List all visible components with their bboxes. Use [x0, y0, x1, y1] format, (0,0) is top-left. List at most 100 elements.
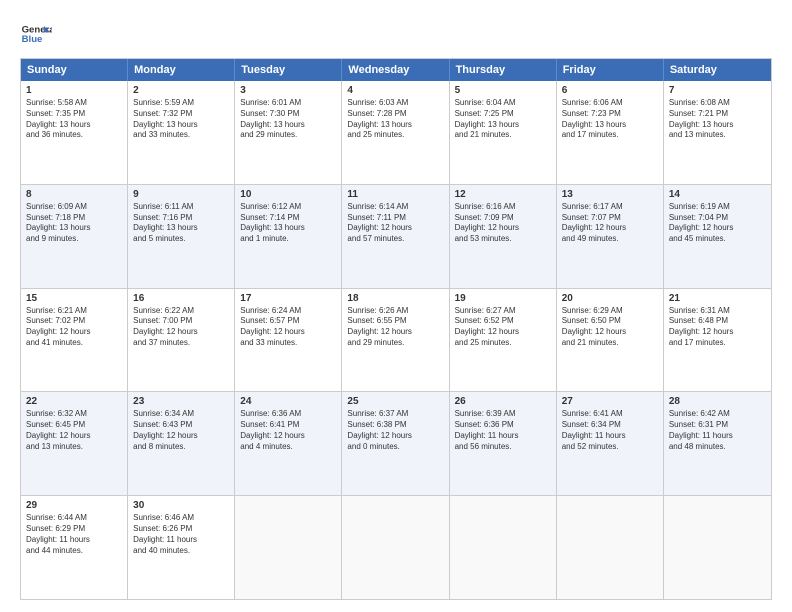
day-cell-2: 2 Sunrise: 5:59 AM Sunset: 7:32 PM Daylig… [128, 81, 235, 184]
logo: General Blue [20, 18, 52, 50]
day-info: Sunrise: 6:34 AM Sunset: 6:43 PM Dayligh… [133, 409, 229, 452]
day-number: 26 [455, 396, 551, 407]
day-number: 5 [455, 85, 551, 96]
header-day-wednesday: Wednesday [342, 59, 449, 81]
day-info: Sunrise: 6:39 AM Sunset: 6:36 PM Dayligh… [455, 409, 551, 452]
header-day-saturday: Saturday [664, 59, 771, 81]
empty-cell [342, 496, 449, 599]
day-cell-13: 13 Sunrise: 6:17 AM Sunset: 7:07 PM Dayli… [557, 185, 664, 288]
empty-cell [557, 496, 664, 599]
day-number: 8 [26, 189, 122, 200]
day-info: Sunrise: 6:42 AM Sunset: 6:31 PM Dayligh… [669, 409, 766, 452]
day-number: 19 [455, 293, 551, 304]
day-cell-29: 29 Sunrise: 6:44 AM Sunset: 6:29 PM Dayli… [21, 496, 128, 599]
calendar-header: SundayMondayTuesdayWednesdayThursdayFrid… [21, 59, 771, 81]
day-number: 25 [347, 396, 443, 407]
day-cell-17: 17 Sunrise: 6:24 AM Sunset: 6:57 PM Dayli… [235, 289, 342, 392]
day-cell-3: 3 Sunrise: 6:01 AM Sunset: 7:30 PM Daylig… [235, 81, 342, 184]
calendar-body: 1 Sunrise: 5:58 AM Sunset: 7:35 PM Daylig… [21, 81, 771, 599]
day-number: 7 [669, 85, 766, 96]
day-info: Sunrise: 6:14 AM Sunset: 7:11 PM Dayligh… [347, 202, 443, 245]
day-number: 13 [562, 189, 658, 200]
day-cell-15: 15 Sunrise: 6:21 AM Sunset: 7:02 PM Dayli… [21, 289, 128, 392]
day-info: Sunrise: 6:24 AM Sunset: 6:57 PM Dayligh… [240, 306, 336, 349]
day-cell-19: 19 Sunrise: 6:27 AM Sunset: 6:52 PM Dayli… [450, 289, 557, 392]
empty-cell [664, 496, 771, 599]
day-cell-5: 5 Sunrise: 6:04 AM Sunset: 7:25 PM Daylig… [450, 81, 557, 184]
header-day-friday: Friday [557, 59, 664, 81]
day-cell-12: 12 Sunrise: 6:16 AM Sunset: 7:09 PM Dayli… [450, 185, 557, 288]
day-cell-18: 18 Sunrise: 6:26 AM Sunset: 6:55 PM Dayli… [342, 289, 449, 392]
day-info: Sunrise: 6:04 AM Sunset: 7:25 PM Dayligh… [455, 98, 551, 141]
day-info: Sunrise: 6:03 AM Sunset: 7:28 PM Dayligh… [347, 98, 443, 141]
day-cell-25: 25Sunrise: 6:37 AM Sunset: 6:38 PM Dayli… [342, 392, 449, 495]
day-number: 3 [240, 85, 336, 96]
day-number: 14 [669, 189, 766, 200]
day-info: Sunrise: 6:12 AM Sunset: 7:14 PM Dayligh… [240, 202, 336, 245]
page: General Blue SundayMondayTuesdayWednesda… [0, 0, 792, 612]
day-cell-24: 24 Sunrise: 6:36 AM Sunset: 6:41 PM Dayli… [235, 392, 342, 495]
day-number: 17 [240, 293, 336, 304]
day-info: Sunrise: 6:01 AM Sunset: 7:30 PM Dayligh… [240, 98, 336, 141]
day-cell-6: 6Sunrise: 6:06 AM Sunset: 7:23 PM Daylig… [557, 81, 664, 184]
day-number: 2 [133, 85, 229, 96]
logo-icon: General Blue [20, 18, 52, 50]
day-info: Sunrise: 6:08 AM Sunset: 7:21 PM Dayligh… [669, 98, 766, 141]
header-day-sunday: Sunday [21, 59, 128, 81]
day-info: Sunrise: 6:16 AM Sunset: 7:09 PM Dayligh… [455, 202, 551, 245]
week-row-4: 22Sunrise: 6:32 AM Sunset: 6:45 PM Dayli… [21, 392, 771, 496]
day-info: Sunrise: 6:26 AM Sunset: 6:55 PM Dayligh… [347, 306, 443, 349]
day-number: 1 [26, 85, 122, 96]
day-cell-14: 14Sunrise: 6:19 AM Sunset: 7:04 PM Dayli… [664, 185, 771, 288]
day-number: 15 [26, 293, 122, 304]
week-row-1: 1 Sunrise: 5:58 AM Sunset: 7:35 PM Daylig… [21, 81, 771, 185]
day-info: Sunrise: 6:44 AM Sunset: 6:29 PM Dayligh… [26, 513, 122, 556]
day-info: Sunrise: 6:09 AM Sunset: 7:18 PM Dayligh… [26, 202, 122, 245]
week-row-3: 15 Sunrise: 6:21 AM Sunset: 7:02 PM Dayli… [21, 289, 771, 393]
day-cell-27: 27 Sunrise: 6:41 AM Sunset: 6:34 PM Dayli… [557, 392, 664, 495]
day-number: 21 [669, 293, 766, 304]
day-number: 18 [347, 293, 443, 304]
day-number: 10 [240, 189, 336, 200]
day-info: Sunrise: 6:36 AM Sunset: 6:41 PM Dayligh… [240, 409, 336, 452]
header-day-tuesday: Tuesday [235, 59, 342, 81]
day-cell-1: 1 Sunrise: 5:58 AM Sunset: 7:35 PM Daylig… [21, 81, 128, 184]
day-info: Sunrise: 5:58 AM Sunset: 7:35 PM Dayligh… [26, 98, 122, 141]
day-number: 16 [133, 293, 229, 304]
day-info: Sunrise: 5:59 AM Sunset: 7:32 PM Dayligh… [133, 98, 229, 141]
day-number: 22 [26, 396, 122, 407]
header-day-monday: Monday [128, 59, 235, 81]
day-number: 11 [347, 189, 443, 200]
day-number: 29 [26, 500, 122, 511]
day-cell-21: 21 Sunrise: 6:31 AM Sunset: 6:48 PM Dayli… [664, 289, 771, 392]
day-number: 27 [562, 396, 658, 407]
day-info: Sunrise: 6:17 AM Sunset: 7:07 PM Dayligh… [562, 202, 658, 245]
header-day-thursday: Thursday [450, 59, 557, 81]
day-info: Sunrise: 6:22 AM Sunset: 7:00 PM Dayligh… [133, 306, 229, 349]
day-info: Sunrise: 6:29 AM Sunset: 6:50 PM Dayligh… [562, 306, 658, 349]
svg-text:Blue: Blue [22, 34, 43, 45]
day-number: 6 [562, 85, 658, 96]
day-info: Sunrise: 6:46 AM Sunset: 6:26 PM Dayligh… [133, 513, 229, 556]
day-number: 30 [133, 500, 229, 511]
day-number: 24 [240, 396, 336, 407]
day-number: 4 [347, 85, 443, 96]
day-cell-26: 26 Sunrise: 6:39 AM Sunset: 6:36 PM Dayli… [450, 392, 557, 495]
day-cell-23: 23 Sunrise: 6:34 AM Sunset: 6:43 PM Dayli… [128, 392, 235, 495]
calendar: SundayMondayTuesdayWednesdayThursdayFrid… [20, 58, 772, 600]
day-number: 12 [455, 189, 551, 200]
day-info: Sunrise: 6:31 AM Sunset: 6:48 PM Dayligh… [669, 306, 766, 349]
day-number: 28 [669, 396, 766, 407]
week-row-5: 29 Sunrise: 6:44 AM Sunset: 6:29 PM Dayli… [21, 496, 771, 599]
day-number: 23 [133, 396, 229, 407]
day-cell-30: 30 Sunrise: 6:46 AM Sunset: 6:26 PM Dayli… [128, 496, 235, 599]
day-info: Sunrise: 6:27 AM Sunset: 6:52 PM Dayligh… [455, 306, 551, 349]
day-cell-16: 16 Sunrise: 6:22 AM Sunset: 7:00 PM Dayli… [128, 289, 235, 392]
day-cell-11: 11 Sunrise: 6:14 AM Sunset: 7:11 PM Dayli… [342, 185, 449, 288]
empty-cell [235, 496, 342, 599]
day-info: Sunrise: 6:41 AM Sunset: 6:34 PM Dayligh… [562, 409, 658, 452]
day-info: Sunrise: 6:21 AM Sunset: 7:02 PM Dayligh… [26, 306, 122, 349]
day-cell-20: 20Sunrise: 6:29 AM Sunset: 6:50 PM Dayli… [557, 289, 664, 392]
day-cell-4: 4 Sunrise: 6:03 AM Sunset: 7:28 PM Daylig… [342, 81, 449, 184]
day-cell-8: 8 Sunrise: 6:09 AM Sunset: 7:18 PM Daylig… [21, 185, 128, 288]
